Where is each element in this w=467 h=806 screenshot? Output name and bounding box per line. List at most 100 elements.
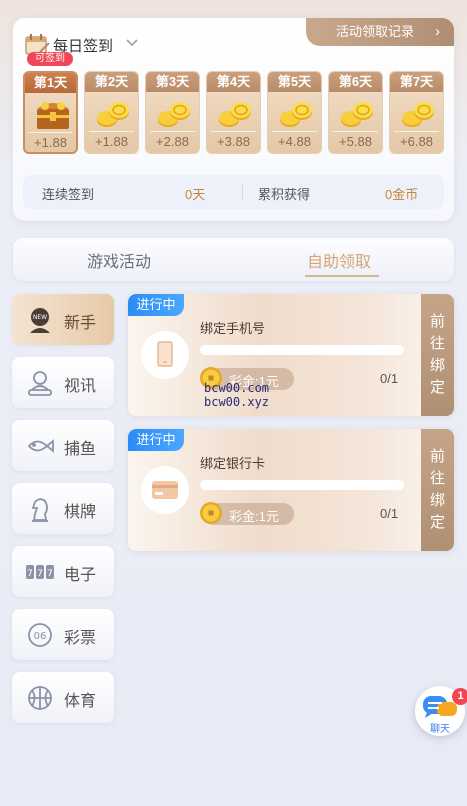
sidebar-item-label: 体育 <box>64 693 97 710</box>
day-divider <box>29 132 72 133</box>
signin-day-2[interactable]: 第2天 +1.88 <box>84 71 139 154</box>
day-divider <box>150 131 195 132</box>
phone-icon <box>141 331 189 379</box>
svg-text:NEW: NEW <box>33 314 47 321</box>
tab-self-claim[interactable]: 自助领取 <box>307 248 371 272</box>
svg-text:7: 7 <box>27 569 33 579</box>
treasure-chest-icon <box>33 97 73 131</box>
signin-day-7[interactable]: 第7天 +6.88 <box>389 71 444 154</box>
gold-coins-icon <box>93 96 133 130</box>
status-badge: 进行中 <box>128 294 184 316</box>
task-title: 绑定银行卡 <box>200 456 266 471</box>
daily-signin-card: 每日签到 活动领取记录 › 第1天 +1.88 第2天 +1.88 第3天 +2.88 第4… <box>13 18 454 221</box>
signin-day-5[interactable]: 第5天 +4.88 <box>267 71 322 154</box>
day-label: 第4天 <box>207 72 260 92</box>
streak-label: 连续签到 <box>42 187 95 202</box>
fish-icon <box>25 431 55 461</box>
basketball-icon <box>25 683 55 713</box>
gold-coins-icon <box>398 96 438 130</box>
activity-tabs: 游戏活动 自助领取 <box>13 238 454 281</box>
day-reward-value: +4.88 <box>278 134 311 149</box>
day-reward-value: +2.88 <box>156 134 189 149</box>
sidebar-item-5[interactable]: 7 7 7 电子 <box>12 546 114 597</box>
total-label: 累积获得 <box>258 187 311 202</box>
sidebar-item-3[interactable]: 捕鱼 <box>12 420 114 471</box>
day-reward-value: +6.88 <box>400 134 433 149</box>
sidebar-item-7[interactable]: 体育 <box>12 672 114 723</box>
signin-days-row: 第1天 +1.88 第2天 +1.88 第3天 +2.88 第4天 +3.88 第5天 +4.88… <box>23 71 448 155</box>
day-divider <box>211 131 256 132</box>
task-card: 进行中 绑定银行卡 彩金:1元 0/1 前往绑定 <box>128 429 454 551</box>
new-badge-icon: NEW <box>25 305 55 335</box>
slot-777-icon: 777 <box>25 557 55 587</box>
chat-unread-badge: 1 <box>452 688 467 705</box>
day-reward-value: +3.88 <box>217 134 250 149</box>
day-reward-value: +1.88 <box>95 134 128 149</box>
day-label: 第5天 <box>268 72 321 92</box>
svg-text:7: 7 <box>47 569 53 579</box>
go-bind-label: 前往绑定 <box>429 313 445 396</box>
go-bind-button[interactable]: 前往绑定 <box>421 429 454 551</box>
total-value: 0金币 <box>385 187 419 202</box>
task-progress-bar <box>200 480 404 490</box>
coin-icon <box>198 500 224 526</box>
sidebar-item-1[interactable]: NEW 新手 <box>12 294 114 345</box>
active-tab-underline <box>305 275 379 277</box>
task-count: 0/1 <box>380 371 399 386</box>
day-divider <box>272 131 317 132</box>
svg-text:7: 7 <box>37 569 43 579</box>
day-reward-value: +1.88 <box>34 135 67 150</box>
task-reward: 彩金:1元 <box>229 509 279 524</box>
record-link-label: 活动领取记录 <box>336 24 415 39</box>
svg-text:06: 06 <box>34 631 47 642</box>
signin-day-4[interactable]: 第4天 +3.88 <box>206 71 261 154</box>
sidebar-item-label: 彩票 <box>64 630 97 647</box>
day-label: 第7天 <box>390 72 443 92</box>
lottery-ball-icon: 06 <box>25 620 55 650</box>
streak-value: 0天 <box>185 187 206 202</box>
chevron-right-icon: › <box>435 23 440 40</box>
day-divider <box>89 131 134 132</box>
signin-stats-bar: 连续签到 0天 累积获得 0金币 <box>23 175 444 209</box>
day-label: 第2天 <box>85 72 138 92</box>
sidebar-item-label: 棋牌 <box>64 504 97 521</box>
live-dealer-icon <box>25 368 55 398</box>
bank-card-icon <box>141 466 189 514</box>
sidebar-item-label: 电子 <box>64 567 97 584</box>
task-count: 0/1 <box>380 506 399 521</box>
activity-record-link[interactable]: 活动领取记录 › <box>306 18 454 46</box>
watermark-text: bcw00.com bcw00.xyz <box>204 381 269 409</box>
day-label: 第6天 <box>329 72 382 92</box>
stats-divider <box>242 184 243 200</box>
watermark-line-2: bcw00.xyz <box>204 395 270 409</box>
sidebar-item-6[interactable]: 06 彩票 <box>12 609 114 660</box>
go-bind-label: 前往绑定 <box>429 448 445 531</box>
task-progress-bar <box>200 345 404 355</box>
go-bind-button[interactable]: 前往绑定 <box>421 294 454 416</box>
watermark-line-1: bcw00.com <box>204 381 270 395</box>
sidebar-item-2[interactable]: 视讯 <box>12 357 114 408</box>
tab-game-activities[interactable]: 游戏活动 <box>87 248 151 272</box>
day-label: 第3天 <box>146 72 199 92</box>
day-divider <box>333 131 378 132</box>
sidebar-item-label: 捕鱼 <box>64 441 97 458</box>
gold-coins-icon <box>276 96 316 130</box>
signin-day-6[interactable]: 第6天 +5.88 <box>328 71 383 154</box>
gold-coins-icon <box>337 96 377 130</box>
signin-day-1[interactable]: 第1天 +1.88 <box>23 71 78 154</box>
day-reward-value: +5.88 <box>339 134 372 149</box>
gold-coins-icon <box>154 96 194 130</box>
chevron-down-icon[interactable] <box>125 36 139 50</box>
sidebar-item-4[interactable]: 棋牌 <box>12 483 114 534</box>
task-title: 绑定手机号 <box>200 321 266 336</box>
day-divider <box>394 131 439 132</box>
gold-coins-icon <box>215 96 255 130</box>
chat-label: 聊天 <box>430 724 450 735</box>
day-label: 第1天 <box>25 73 76 93</box>
task-card: 进行中 绑定手机号 彩金:1元 0/1 前往绑定 <box>128 294 454 416</box>
chess-knight-icon <box>25 494 55 524</box>
sidebar-item-label: 新手 <box>64 315 97 332</box>
sidebar-item-label: 视讯 <box>64 378 97 395</box>
signin-day-3[interactable]: 第3天 +2.88 <box>145 71 200 154</box>
can-signin-badge: 可签到 <box>27 52 73 66</box>
